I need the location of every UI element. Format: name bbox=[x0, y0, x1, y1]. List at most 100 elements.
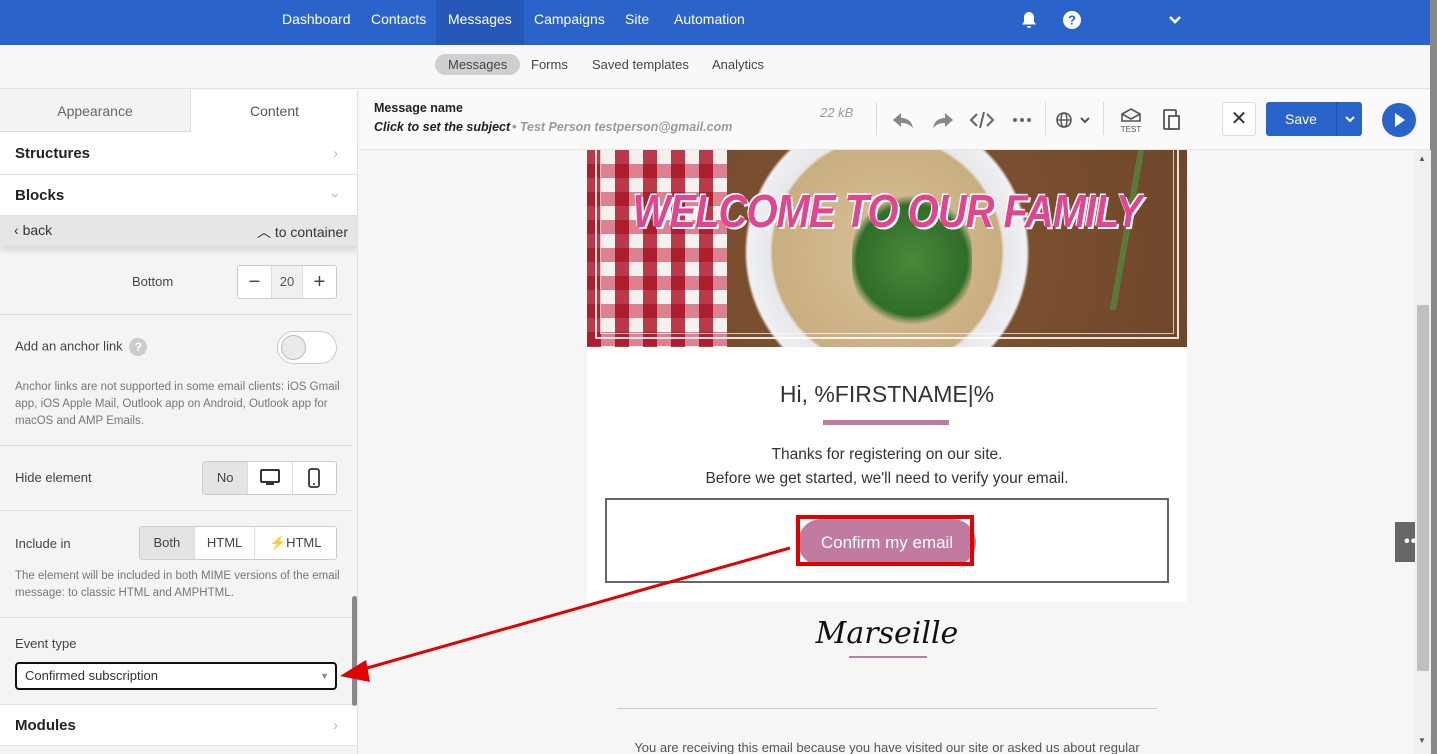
message-name[interactable]: Message name bbox=[374, 101, 463, 115]
toolbar-separator bbox=[876, 102, 877, 135]
sidebar-tabs: Appearance Content bbox=[0, 90, 357, 132]
toolbar-separator bbox=[1045, 102, 1046, 135]
section-structures[interactable]: Structures › bbox=[0, 132, 357, 175]
include-both-option[interactable]: Both bbox=[140, 527, 194, 559]
help-icon[interactable]: ? bbox=[129, 338, 148, 356]
close-icon: ✕ bbox=[1230, 108, 1248, 130]
hide-desktop-option[interactable] bbox=[247, 462, 291, 494]
nav-campaigns[interactable]: Campaigns bbox=[522, 0, 617, 45]
settings-sidebar: Appearance Content Structures › Blocks ›… bbox=[0, 90, 358, 754]
anchor-link-note: Anchor links are not supported in some e… bbox=[15, 381, 340, 427]
play-icon bbox=[1395, 113, 1405, 127]
include-in-note: The element will be included in both MIM… bbox=[15, 570, 340, 599]
save-options-button[interactable] bbox=[1336, 102, 1362, 136]
padding-bottom-stepper: − 20 + bbox=[237, 265, 337, 299]
redo-icon[interactable] bbox=[930, 107, 956, 133]
top-navigation: Dashboard Contacts Messages Campaigns Si… bbox=[0, 0, 1430, 45]
anchor-link-toggle[interactable] bbox=[277, 331, 337, 364]
include-amp-html-option[interactable]: ⚡HTML bbox=[254, 527, 336, 559]
padding-bottom-label: Bottom bbox=[132, 274, 174, 289]
subnav-messages[interactable]: Messages bbox=[435, 54, 521, 75]
sender-info[interactable]: • Test Person testperson@gmail.com bbox=[512, 120, 732, 134]
banner-frame-inner bbox=[600, 150, 1174, 334]
help-icon[interactable]: ? bbox=[1062, 10, 1082, 30]
subnav-analytics[interactable]: Analytics bbox=[699, 54, 777, 75]
increment-button[interactable]: + bbox=[303, 266, 336, 298]
to-container-button[interactable]: ︿ to container bbox=[257, 222, 348, 242]
nav-messages[interactable]: Messages bbox=[436, 0, 524, 45]
scrollbar-thumb[interactable] bbox=[1417, 305, 1429, 671]
hide-element-label: Hide element bbox=[15, 470, 92, 485]
tab-appearance[interactable]: Appearance bbox=[0, 90, 191, 132]
footer-divider bbox=[617, 708, 1157, 709]
scroll-down-icon[interactable]: ▼ bbox=[1418, 736, 1426, 745]
chevron-down-icon: › bbox=[327, 193, 344, 198]
page-scrollbar[interactable] bbox=[1430, 0, 1437, 754]
sidebar-scrollbar[interactable] bbox=[352, 596, 357, 706]
back-button[interactable]: ‹ back bbox=[14, 222, 52, 238]
sub-navigation: Messages Forms Saved templates Analytics bbox=[0, 45, 1430, 89]
undo-icon[interactable] bbox=[890, 107, 916, 133]
chevron-right-icon: › bbox=[333, 145, 338, 162]
brand-underline bbox=[849, 656, 927, 658]
test-email-button[interactable]: TEST bbox=[1118, 108, 1144, 134]
greeting[interactable]: Hi, %FIRSTNAME|% bbox=[587, 381, 1187, 408]
section-modules-label: Modules bbox=[15, 717, 76, 734]
svg-text:?: ? bbox=[1068, 13, 1076, 28]
code-icon[interactable] bbox=[969, 107, 995, 133]
anchor-link-label: Add an anchor link bbox=[15, 338, 123, 354]
close-button[interactable]: ✕ bbox=[1222, 102, 1256, 136]
tab-content[interactable]: Content bbox=[191, 90, 357, 132]
dropdown-caret-icon: ▼ bbox=[320, 671, 329, 681]
canvas-scrollbar[interactable]: ▲ ▼ bbox=[1415, 150, 1431, 754]
subject-field[interactable]: Click to set the subject bbox=[374, 120, 510, 134]
bell-icon[interactable] bbox=[1019, 10, 1039, 30]
decrement-button[interactable]: − bbox=[238, 266, 271, 298]
divider bbox=[0, 617, 352, 618]
brand-logo[interactable]: Marseille bbox=[587, 616, 1187, 651]
footer-text[interactable]: You are receiving this email because you… bbox=[587, 740, 1187, 754]
nav-dashboard[interactable]: Dashboard bbox=[270, 0, 363, 45]
hide-mobile-option[interactable] bbox=[291, 462, 336, 494]
nav-contacts[interactable]: Contacts bbox=[359, 0, 438, 45]
hide-no-option[interactable]: No bbox=[203, 462, 248, 494]
banner-image[interactable]: WELCOME TO OUR FAMILY bbox=[587, 150, 1187, 347]
divider bbox=[0, 510, 352, 511]
back-bar: ‹ back ︿ to container bbox=[0, 216, 357, 246]
anchor-link-row: Add an anchor link ? bbox=[15, 338, 148, 356]
include-in-segmented: Both HTML ⚡HTML bbox=[139, 526, 337, 560]
scroll-up-icon[interactable]: ▲ bbox=[1418, 154, 1426, 163]
save-button[interactable]: Save bbox=[1266, 102, 1336, 136]
envelope-icon bbox=[1121, 108, 1141, 122]
include-in-label: Include in bbox=[15, 536, 71, 551]
nav-automation[interactable]: Automation bbox=[662, 0, 757, 45]
hide-element-segmented: No bbox=[202, 461, 337, 495]
mobile-preview-icon[interactable] bbox=[1159, 107, 1185, 133]
divider bbox=[0, 314, 352, 315]
subnav-forms[interactable]: Forms bbox=[518, 54, 581, 75]
lightning-icon: ⚡ bbox=[269, 535, 287, 550]
chevron-down-icon[interactable] bbox=[1165, 10, 1185, 30]
language-icon[interactable] bbox=[1053, 107, 1093, 133]
include-html-option[interactable]: HTML bbox=[193, 527, 255, 559]
desktop-icon bbox=[260, 469, 280, 485]
more-icon[interactable] bbox=[1009, 107, 1035, 133]
editor-header: Message name Click to set the subject • … bbox=[359, 90, 1430, 150]
event-type-select[interactable]: Confirmed subscription ▼ bbox=[15, 662, 337, 690]
email-canvas: WELCOME TO OUR FAMILY Hi, %FIRSTNAME|% T… bbox=[359, 150, 1417, 754]
send-button[interactable] bbox=[1382, 103, 1416, 137]
save-button-group: Save bbox=[1266, 102, 1362, 136]
divider bbox=[0, 445, 352, 446]
block-actions-button[interactable]: ••• bbox=[1395, 522, 1417, 562]
chevron-up-icon: ︿ bbox=[256, 224, 275, 240]
section-modules[interactable]: Modules › bbox=[0, 704, 357, 746]
confirm-email-button[interactable]: Confirm my email bbox=[798, 519, 976, 566]
padding-bottom-value[interactable]: 20 bbox=[271, 266, 303, 298]
intro-text[interactable]: Thanks for registering on our site. Befo… bbox=[587, 443, 1187, 491]
banner-headline: WELCOME TO OUR FAMILY bbox=[632, 186, 1143, 238]
toggle-knob bbox=[281, 335, 306, 360]
section-blocks[interactable]: Blocks › bbox=[0, 175, 357, 216]
subnav-saved-templates[interactable]: Saved templates bbox=[579, 54, 702, 75]
nav-site[interactable]: Site bbox=[613, 0, 661, 45]
chevron-right-icon: › bbox=[333, 717, 338, 734]
